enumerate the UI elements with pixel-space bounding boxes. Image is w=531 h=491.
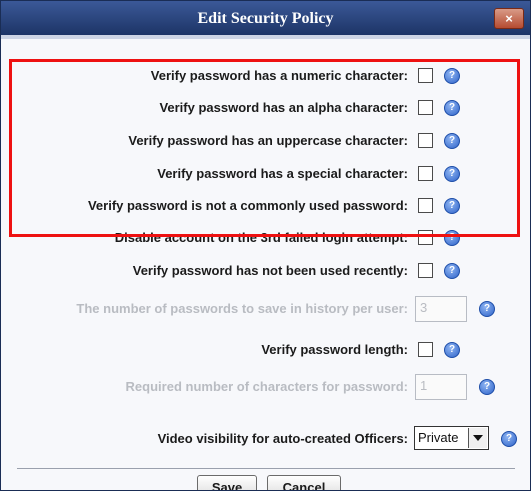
- used-recently-label: Verify password has not been used recent…: [132, 263, 408, 278]
- password-length-label: Verify password length:: [261, 342, 408, 357]
- video-visibility-value: Private: [418, 430, 459, 445]
- close-icon: ×: [505, 11, 513, 26]
- cancel-button[interactable]: Cancel: [267, 475, 341, 490]
- required-chars-input[interactable]: 1: [415, 374, 467, 400]
- help-icon[interactable]: ?: [479, 301, 495, 317]
- help-icon[interactable]: ?: [501, 431, 517, 447]
- used-recently-checkbox[interactable]: [418, 263, 433, 278]
- titlebar-underline: [1, 35, 530, 39]
- dialog-titlebar: Edit Security Policy ×: [1, 1, 530, 35]
- edit-security-policy-dialog: Edit Security Policy × Verify password h…: [0, 0, 531, 491]
- password-length-checkbox[interactable]: [418, 342, 433, 357]
- help-icon[interactable]: ?: [444, 263, 460, 279]
- help-icon[interactable]: ?: [444, 342, 460, 358]
- required-chars-label: Required number of characters for passwo…: [125, 379, 408, 394]
- history-count-label: The number of passwords to save in histo…: [76, 301, 408, 316]
- highlight-box: [9, 59, 520, 237]
- close-button[interactable]: ×: [494, 8, 524, 29]
- save-button[interactable]: Save: [197, 475, 257, 490]
- help-icon[interactable]: ?: [479, 379, 495, 395]
- divider: [17, 468, 515, 469]
- video-visibility-select[interactable]: Private: [414, 426, 489, 450]
- chevron-down-icon[interactable]: [468, 428, 487, 448]
- history-count-input[interactable]: 3: [415, 296, 467, 322]
- video-visibility-label: Video visibility for auto-created Office…: [157, 431, 408, 446]
- dialog-title: Edit Security Policy: [197, 10, 334, 27]
